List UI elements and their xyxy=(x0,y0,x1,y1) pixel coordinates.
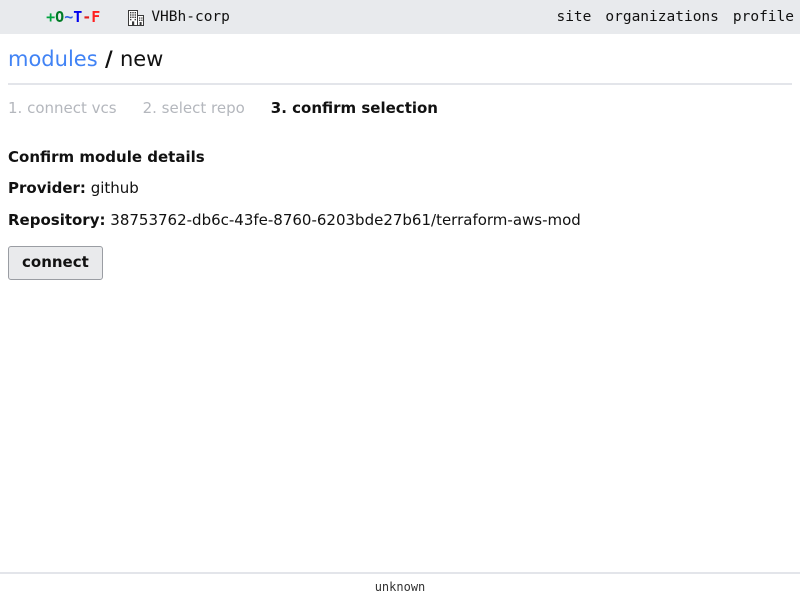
detail-row-provider: Provider: github xyxy=(8,178,792,198)
logo-char-dash: - xyxy=(82,8,92,26)
breadcrumb-link-modules[interactable]: modules xyxy=(8,47,98,71)
nav-item-profile[interactable]: profile xyxy=(733,9,794,25)
header-divider xyxy=(8,83,792,85)
nav-item-site[interactable]: site xyxy=(556,9,591,25)
top-header-bar: +O~T-F VHBh-corp site organizations prof… xyxy=(0,0,800,34)
nav-item-organizations[interactable]: organizations xyxy=(605,9,719,25)
building-icon xyxy=(128,9,145,26)
logo-char-t: T xyxy=(73,8,83,26)
step-3-confirm-selection[interactable]: 3. confirm selection xyxy=(271,99,438,117)
detail-value-repository: 38753762-db6c-43fe-8760-6203bde27b61/ter… xyxy=(110,211,581,229)
connect-button[interactable]: connect xyxy=(8,246,103,280)
logo-char-o: O xyxy=(55,8,65,26)
app-logo[interactable]: +O~T-F xyxy=(10,0,100,44)
footer: unknown xyxy=(0,572,800,600)
main-content: modules / new 1. connect vcs 2. select r… xyxy=(0,46,800,280)
step-1-connect-vcs[interactable]: 1. connect vcs xyxy=(8,99,117,117)
page-title: Confirm module details xyxy=(8,148,205,166)
breadcrumb-separator: / xyxy=(97,47,120,71)
detail-label-repository: Repository: xyxy=(8,211,106,229)
detail-label-provider: Provider: xyxy=(8,179,86,197)
logo-char-plus: + xyxy=(46,8,56,26)
organization-indicator[interactable]: VHBh-corp xyxy=(128,9,230,26)
detail-row-repository: Repository: 38753762-db6c-43fe-8760-6203… xyxy=(8,210,792,230)
step-2-select-repo[interactable]: 2. select repo xyxy=(143,99,245,117)
organization-name: VHBh-corp xyxy=(151,9,230,25)
top-navigation: site organizations profile xyxy=(556,9,794,25)
footer-version: unknown xyxy=(374,580,426,594)
detail-value-provider: github xyxy=(90,179,139,197)
breadcrumb: modules / new xyxy=(8,46,792,72)
step-indicator: 1. connect vcs 2. select repo 3. confirm… xyxy=(8,99,792,117)
breadcrumb-current-new: new xyxy=(119,47,164,71)
logo-char-tilde: ~ xyxy=(64,8,74,26)
logo-char-f: F xyxy=(91,8,101,26)
